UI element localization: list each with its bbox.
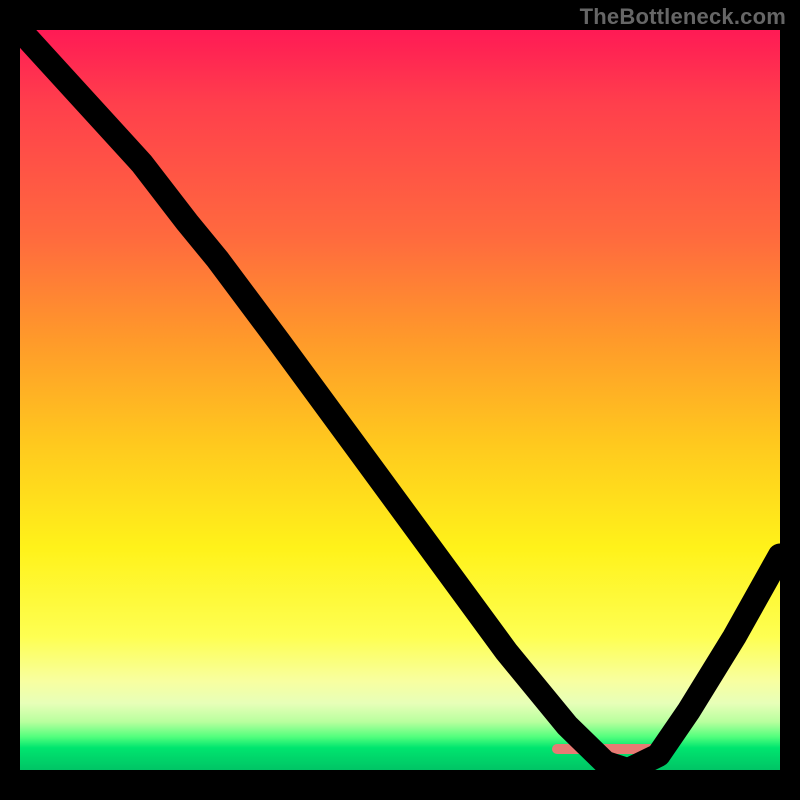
bottleneck-curve [20, 30, 780, 770]
plot-area [20, 30, 780, 770]
curve-svg [20, 30, 780, 770]
watermark-text: TheBottleneck.com [580, 4, 786, 30]
chart-stage: TheBottleneck.com [0, 0, 800, 800]
